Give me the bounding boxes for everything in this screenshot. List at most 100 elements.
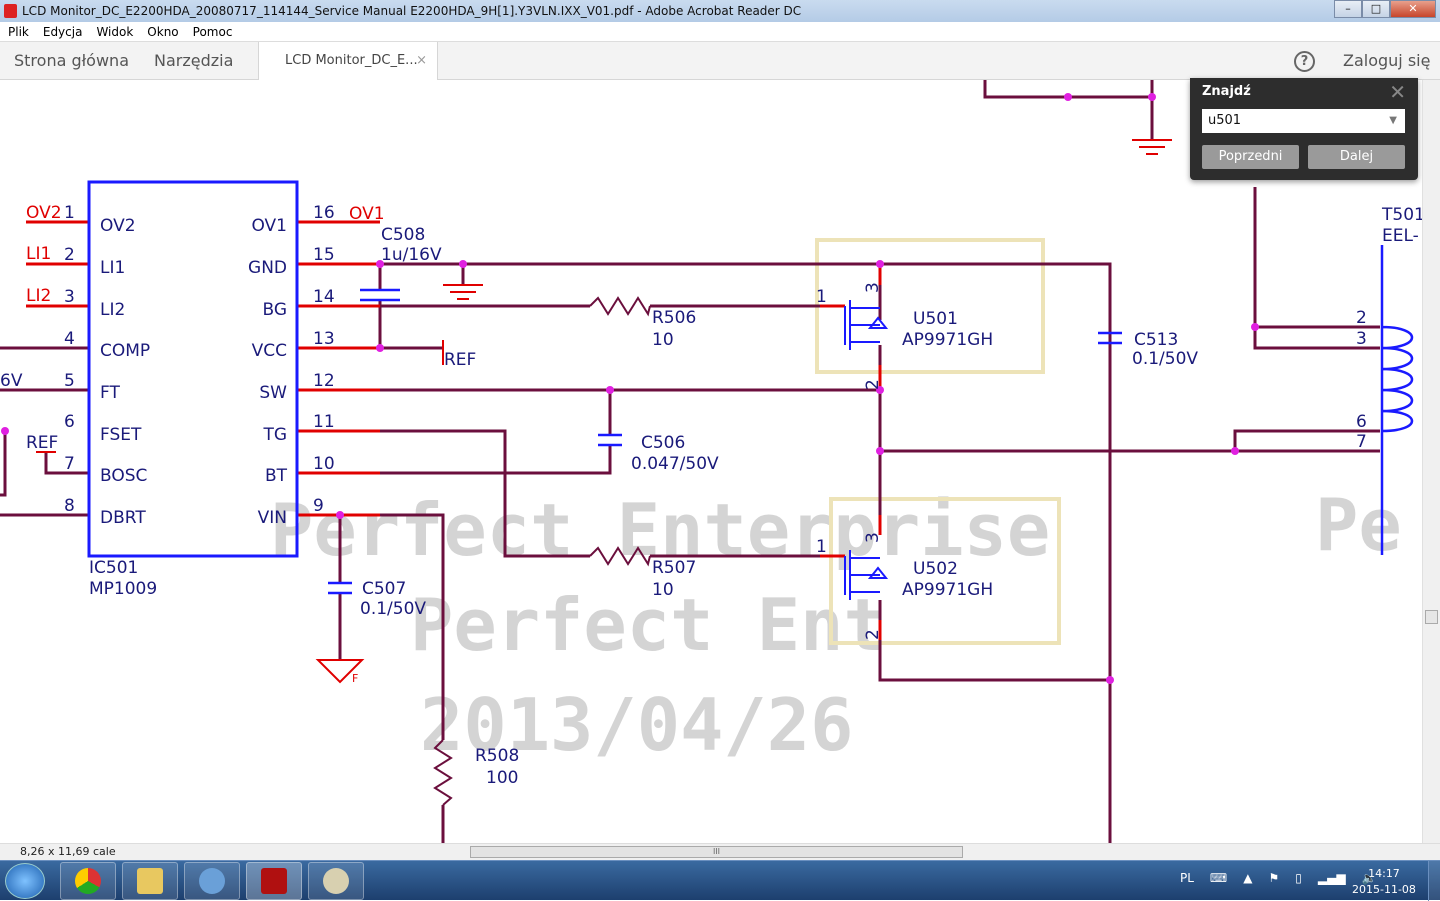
net-label: LI2 [26, 286, 51, 306]
menu-view[interactable]: Widok [96, 22, 133, 41]
find-input-value: u501 [1208, 113, 1242, 128]
maximize-button[interactable]: □ [1362, 0, 1390, 18]
u501-ref: U501 [913, 309, 958, 329]
component-value: 0.047/50V [631, 454, 719, 474]
system-tray: PL ⌨ ▲ ⚑ ▯ ▂▄▆ 🔈 [1180, 871, 1377, 885]
component-value: 100 [486, 768, 518, 788]
pin-name: BOSC [100, 466, 147, 486]
pin-name: VIN [258, 508, 287, 528]
close-button[interactable]: ✕ [1390, 0, 1436, 18]
pin-number: 2 [863, 379, 883, 390]
pin-number: 2 [64, 245, 75, 265]
tab-tools[interactable]: Narzędzia [154, 42, 233, 80]
pin-number: 6 [64, 412, 75, 432]
paint-icon [323, 868, 349, 894]
menu-window[interactable]: Okno [147, 22, 178, 41]
vertical-scrollbar[interactable] [1422, 80, 1440, 843]
u502-part: AP9971GH [902, 580, 993, 600]
chevron-down-icon[interactable]: ▼ [1389, 109, 1397, 133]
pin-name: LI2 [100, 300, 125, 320]
ground-label: F [352, 672, 358, 685]
component-value: 10 [652, 330, 674, 350]
component-value: 1u/16V [381, 245, 442, 265]
clock[interactable]: 14:17 2015-11-08 [1352, 866, 1416, 898]
schematic: Perfect Enterprise Perfect Ent 2013/04/2… [0, 80, 1422, 843]
watermark-text: Pe [1315, 483, 1402, 567]
pin-name: FT [100, 383, 120, 403]
tab-bar: Strona główna Narzędzia LCD Monitor_DC_E… [0, 42, 1440, 81]
title-bar: LCD Monitor_DC_E2200HDA_20080717_114144_… [0, 0, 1440, 22]
component-value: EEL- [1382, 226, 1419, 246]
taskbar-thunderbird[interactable] [184, 862, 240, 900]
scroll-thumb[interactable]: III [470, 846, 963, 858]
find-title: Znajdź [1202, 84, 1251, 99]
pin-number: 10 [313, 454, 335, 474]
pin-number: 7 [64, 454, 75, 474]
pin-number: 1 [816, 537, 827, 557]
tab-document[interactable]: LCD Monitor_DC_E... × [258, 42, 438, 81]
pin-number: 15 [313, 245, 335, 265]
pin-number: 5 [64, 371, 75, 391]
scroll-thumb[interactable] [1425, 610, 1438, 624]
menu-edit[interactable]: Edycja [43, 22, 83, 41]
login-link[interactable]: Zaloguj się [1343, 42, 1430, 80]
taskbar-chrome[interactable] [60, 862, 116, 900]
start-button[interactable] [5, 863, 45, 899]
show-desktop-button[interactable] [1428, 861, 1440, 901]
pin-name: TG [262, 425, 287, 445]
language-indicator[interactable]: PL [1180, 871, 1194, 885]
close-tab-icon[interactable]: × [416, 42, 427, 80]
folder-icon [137, 868, 163, 894]
component-value: 0.1/50V [1132, 349, 1198, 369]
taskbar-acrobat[interactable] [246, 862, 302, 900]
pin-number: 3 [863, 532, 883, 543]
document-view[interactable]: Perfect Enterprise Perfect Ent 2013/04/2… [0, 80, 1422, 843]
pin-number: 16 [313, 203, 335, 223]
menu-help[interactable]: Pomoc [193, 22, 233, 41]
u501-part: AP9971GH [902, 330, 993, 350]
help-icon[interactable]: ? [1294, 51, 1315, 72]
keyboard-icon[interactable]: ⌨ [1210, 871, 1227, 885]
taskbar-paint[interactable] [308, 862, 364, 900]
net-label: 6V [0, 371, 23, 391]
find-panel: Znajdź ✕ u501 ▼ Poprzedni Dalej [1190, 78, 1418, 180]
chrome-icon [75, 868, 101, 894]
pin-name: VCC [252, 341, 287, 361]
battery-icon[interactable]: ▯ [1295, 871, 1302, 885]
component-value: 10 [652, 580, 674, 600]
tab-document-label: LCD Monitor_DC_E... [285, 53, 418, 68]
net-label: OV1 [349, 204, 385, 224]
pin-number: 1 [64, 203, 75, 223]
menu-file[interactable]: Plik [8, 22, 29, 41]
show-hidden-icons[interactable]: ▲ [1243, 871, 1252, 885]
pin-number: 13 [313, 329, 335, 349]
minimize-button[interactable]: – [1334, 0, 1362, 18]
horizontal-scrollbar[interactable]: 8,26 x 11,69 cale III [0, 843, 1440, 860]
pin-number: 12 [313, 371, 335, 391]
page-size: 8,26 x 11,69 cale [20, 845, 116, 858]
pin-number: 6 [1356, 412, 1367, 432]
find-previous-button[interactable]: Poprzedni [1202, 145, 1299, 169]
pin-name: BG [262, 300, 287, 320]
pin-number: 9 [313, 496, 324, 516]
pin-name: GND [248, 258, 287, 278]
ic-ref: IC501 [89, 558, 138, 578]
find-input[interactable]: u501 ▼ [1202, 109, 1405, 133]
pin-number: 14 [313, 287, 335, 307]
flag-icon[interactable]: ⚑ [1268, 871, 1279, 885]
component-ref: R508 [475, 746, 519, 766]
find-close-icon[interactable]: ✕ [1389, 80, 1406, 104]
tab-home[interactable]: Strona główna [14, 42, 129, 80]
component-ref: C508 [381, 225, 425, 245]
pin-number: 8 [64, 496, 75, 516]
net-label: LI1 [26, 244, 51, 264]
taskbar-explorer[interactable] [122, 862, 178, 900]
pin-name: BT [265, 466, 288, 486]
pin-number: 7 [1356, 432, 1367, 452]
pin-number: 2 [863, 629, 883, 640]
find-next-button[interactable]: Dalej [1308, 145, 1405, 169]
signal-icon[interactable]: ▂▄▆ [1318, 871, 1346, 885]
date: 2015-11-08 [1352, 883, 1416, 896]
acrobat-icon [4, 4, 17, 18]
taskbar: PL ⌨ ▲ ⚑ ▯ ▂▄▆ 🔈 14:17 2015-11-08 [0, 860, 1440, 901]
